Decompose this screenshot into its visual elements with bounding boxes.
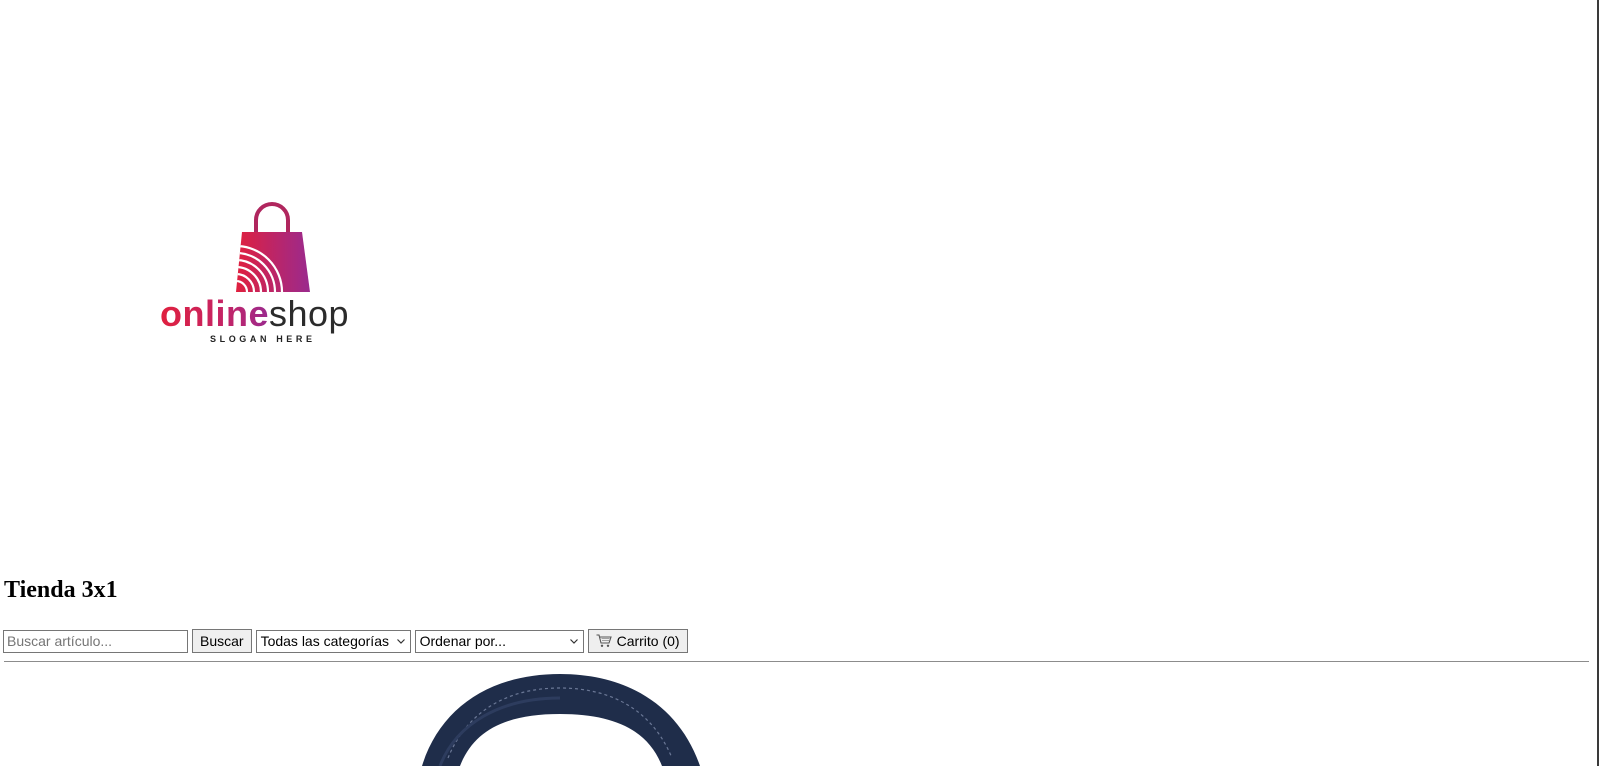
logo-word-shop: shop — [269, 293, 350, 334]
category-select-value: Todas las categorías — [260, 633, 389, 649]
tote-bag-image — [422, 674, 700, 766]
product-image[interactable] — [400, 668, 740, 766]
order-select[interactable]: Ordenar por... — [414, 629, 584, 653]
cart-button[interactable]: Carrito (0) — [587, 629, 688, 653]
logo-word-online: online — [160, 293, 269, 334]
order-select-value: Ordenar por... — [419, 633, 506, 649]
chevron-down-icon — [569, 639, 578, 644]
cart-icon — [596, 634, 612, 647]
page-title: Tienda 3x1 — [4, 577, 118, 603]
shopping-bag-icon — [236, 202, 310, 292]
logo-slogan: SLOGAN HERE — [210, 334, 316, 344]
chevron-down-icon — [396, 639, 405, 644]
page: onlineshop SLOGAN HERE Tienda 3x1 Buscar… — [0, 0, 1600, 766]
search-input[interactable] — [3, 629, 188, 653]
window-edge — [1597, 0, 1599, 766]
category-select[interactable]: Todas las categorías — [255, 629, 411, 653]
toolbar: Buscar Todas las categorías Ordenar por.… — [3, 628, 688, 654]
logo-wordmark: onlineshop — [160, 294, 349, 334]
cart-label: Carrito (0) — [616, 633, 680, 649]
divider — [4, 661, 1589, 662]
store-logo: onlineshop SLOGAN HERE — [160, 202, 390, 352]
search-button[interactable]: Buscar — [192, 629, 252, 653]
